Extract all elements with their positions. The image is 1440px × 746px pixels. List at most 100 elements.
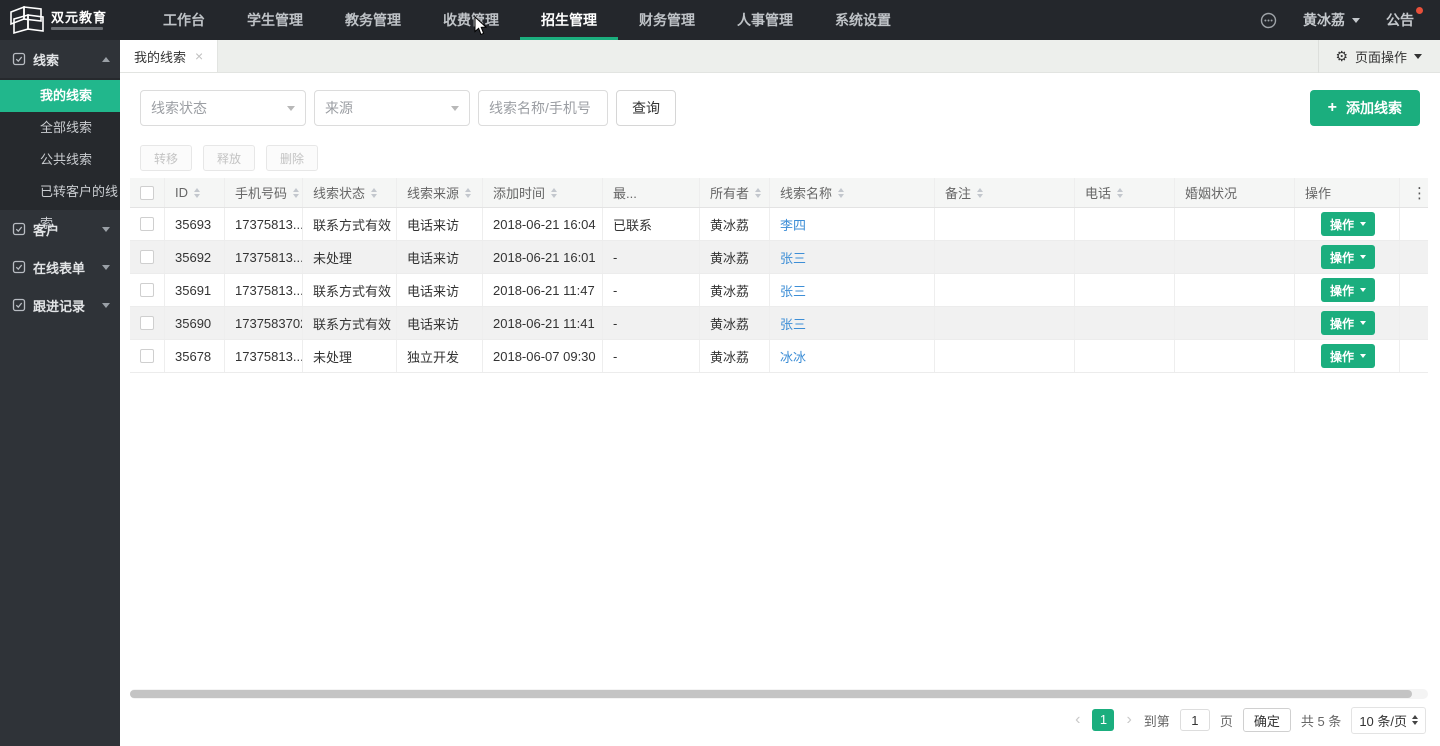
keyword-input[interactable] (478, 90, 608, 126)
column-header-status[interactable]: 线索状态 (303, 178, 397, 207)
lead-name-link[interactable]: 张三 (780, 248, 806, 267)
row-checkbox[interactable] (140, 250, 154, 264)
nav-item-admissions-mgmt[interactable]: 招生管理 (520, 0, 618, 40)
cell-source: 电话来访 (397, 208, 483, 240)
table-row: 35690 1737583702 联系方式有效 电话来访 2018-06-21 … (130, 307, 1428, 340)
cell-added-time: 2018-06-07 09:30 (483, 340, 603, 372)
row-action-button[interactable]: 操作 (1321, 278, 1375, 302)
row-action-button[interactable]: 操作 (1321, 212, 1375, 236)
select-all-checkbox[interactable] (140, 186, 154, 200)
chevron-up-icon (102, 57, 110, 62)
transfer-button[interactable]: 转移 (140, 145, 192, 171)
sidebar-item-all-leads[interactable]: 全部线索 (0, 112, 120, 144)
spinner-icon (1412, 715, 1418, 725)
page-number-button[interactable]: 1 (1092, 709, 1114, 731)
search-button[interactable]: 查询 (616, 90, 676, 126)
column-header-action: 操作 (1295, 178, 1400, 207)
sort-icon (1117, 188, 1123, 198)
page-size-select[interactable]: 10 条/页 (1351, 707, 1426, 734)
row-action-button[interactable]: 操作 (1321, 245, 1375, 269)
column-header-lead-name[interactable]: 线索名称 (770, 178, 935, 207)
message-icon[interactable] (1260, 12, 1277, 29)
sidebar-item-public-leads[interactable]: 公共线索 (0, 144, 120, 176)
chevron-down-icon (102, 303, 110, 308)
sidebar-group-customers[interactable]: 客户 (0, 210, 120, 248)
brand-logo: 双元教育 (0, 0, 120, 40)
table-row: 35692 17375813... 未处理 电话来访 2018-06-21 16… (130, 241, 1428, 274)
delete-button[interactable]: 删除 (266, 145, 318, 171)
cell-added-time: 2018-06-21 11:41 (483, 307, 603, 339)
row-action-button[interactable]: 操作 (1321, 344, 1375, 368)
row-checkbox[interactable] (140, 283, 154, 297)
announcement-link[interactable]: 公告 (1386, 10, 1422, 30)
sort-icon (977, 188, 983, 198)
sidebar: 线索 我的线索 全部线索 公共线索 已转客户的线索 客户 在线表单 跟进记录 (0, 40, 120, 746)
sidebar-item-my-leads[interactable]: 我的线索 (0, 80, 120, 112)
confirm-page-button[interactable]: 确定 (1243, 708, 1291, 732)
lead-name-link[interactable]: 张三 (780, 314, 806, 333)
release-button[interactable]: 释放 (203, 145, 255, 171)
cell-marital (1175, 274, 1295, 306)
lead-name-link[interactable]: 冰冰 (780, 347, 806, 366)
column-header-id[interactable]: ID (165, 178, 225, 207)
tab-my-leads[interactable]: 我的线索 × (120, 40, 218, 72)
sidebar-group-online-forms[interactable]: 在线表单 (0, 248, 120, 286)
row-checkbox[interactable] (140, 349, 154, 363)
cell-source: 电话来访 (397, 274, 483, 306)
lead-status-select[interactable]: 线索状态 (140, 90, 306, 126)
sidebar-group-follow-records[interactable]: 跟进记录 (0, 286, 120, 324)
bulk-actions: 转移 释放 删除 (140, 145, 318, 171)
sidebar-group-leads[interactable]: 线索 (0, 40, 120, 78)
leads-table: ID 手机号码 线索状态 线索来源 添加时间 最... 所有者 线索名称 备注 … (130, 178, 1428, 373)
scrollbar-thumb[interactable] (130, 690, 1412, 698)
close-icon[interactable]: × (195, 49, 203, 63)
column-header-owner[interactable]: 所有者 (700, 178, 770, 207)
chevron-down-icon (1360, 321, 1366, 325)
row-checkbox[interactable] (140, 316, 154, 330)
cell-owner: 黄冰荔 (700, 241, 770, 273)
nav-item-academic-mgmt[interactable]: 教务管理 (324, 0, 422, 40)
lead-name-link[interactable]: 张三 (780, 281, 806, 300)
cell-status: 未处理 (303, 241, 397, 273)
nav-item-student-mgmt[interactable]: 学生管理 (226, 0, 324, 40)
goto-page-input[interactable] (1180, 709, 1210, 731)
brand-subtitle (51, 27, 103, 30)
chevron-down-icon (1360, 354, 1366, 358)
cell-recent: - (603, 241, 700, 273)
column-header-source[interactable]: 线索来源 (397, 178, 483, 207)
nav-item-workbench[interactable]: 工作台 (142, 0, 226, 40)
prev-page-button[interactable]: ‹ (1073, 712, 1082, 728)
cell-owner: 黄冰荔 (700, 208, 770, 240)
next-page-button[interactable]: › (1124, 712, 1133, 728)
cell-id: 35691 (165, 274, 225, 306)
chevron-down-icon (287, 106, 295, 111)
column-header-added-time[interactable]: 添加时间 (483, 178, 603, 207)
nav-item-fee-mgmt[interactable]: 收费管理 (422, 0, 520, 40)
row-checkbox[interactable] (140, 217, 154, 231)
nav-item-hr-mgmt[interactable]: 人事管理 (716, 0, 814, 40)
goto-prefix-label: 到第 (1144, 711, 1170, 730)
table-row: 35693 17375813... 联系方式有效 电话来访 2018-06-21… (130, 208, 1428, 241)
table-row: 35678 17375813... 未处理 独立开发 2018-06-07 09… (130, 340, 1428, 373)
column-header-tel[interactable]: 电话 (1075, 178, 1175, 207)
nav-item-finance-mgmt[interactable]: 财务管理 (618, 0, 716, 40)
row-action-button[interactable]: 操作 (1321, 311, 1375, 335)
source-select[interactable]: 来源 (314, 90, 470, 126)
user-menu[interactable]: 黄冰荔 (1303, 10, 1360, 30)
cell-phone: 17375813... (225, 274, 303, 306)
cell-added-time: 2018-06-21 16:01 (483, 241, 603, 273)
cell-recent: - (603, 340, 700, 372)
lead-name-link[interactable]: 李四 (780, 215, 806, 234)
column-settings-icon[interactable]: ⋮ (1412, 184, 1427, 202)
customers-icon (12, 222, 26, 236)
page-actions-button[interactable]: ⚙ 页面操作 (1318, 40, 1440, 73)
add-lead-button[interactable]: + 添加线索 (1310, 90, 1420, 126)
sidebar-item-converted-leads[interactable]: 已转客户的线索 (0, 176, 120, 208)
sort-icon (838, 188, 844, 198)
pagination: ‹ 1 › 到第 页 确定 共 5 条 10 条/页 (1073, 706, 1426, 734)
column-header-phone[interactable]: 手机号码 (225, 178, 303, 207)
column-header-note[interactable]: 备注 (935, 178, 1075, 207)
brand-logo-icon (8, 5, 46, 35)
column-header-recent: 最... (603, 178, 700, 207)
nav-item-system-settings[interactable]: 系统设置 (814, 0, 912, 40)
